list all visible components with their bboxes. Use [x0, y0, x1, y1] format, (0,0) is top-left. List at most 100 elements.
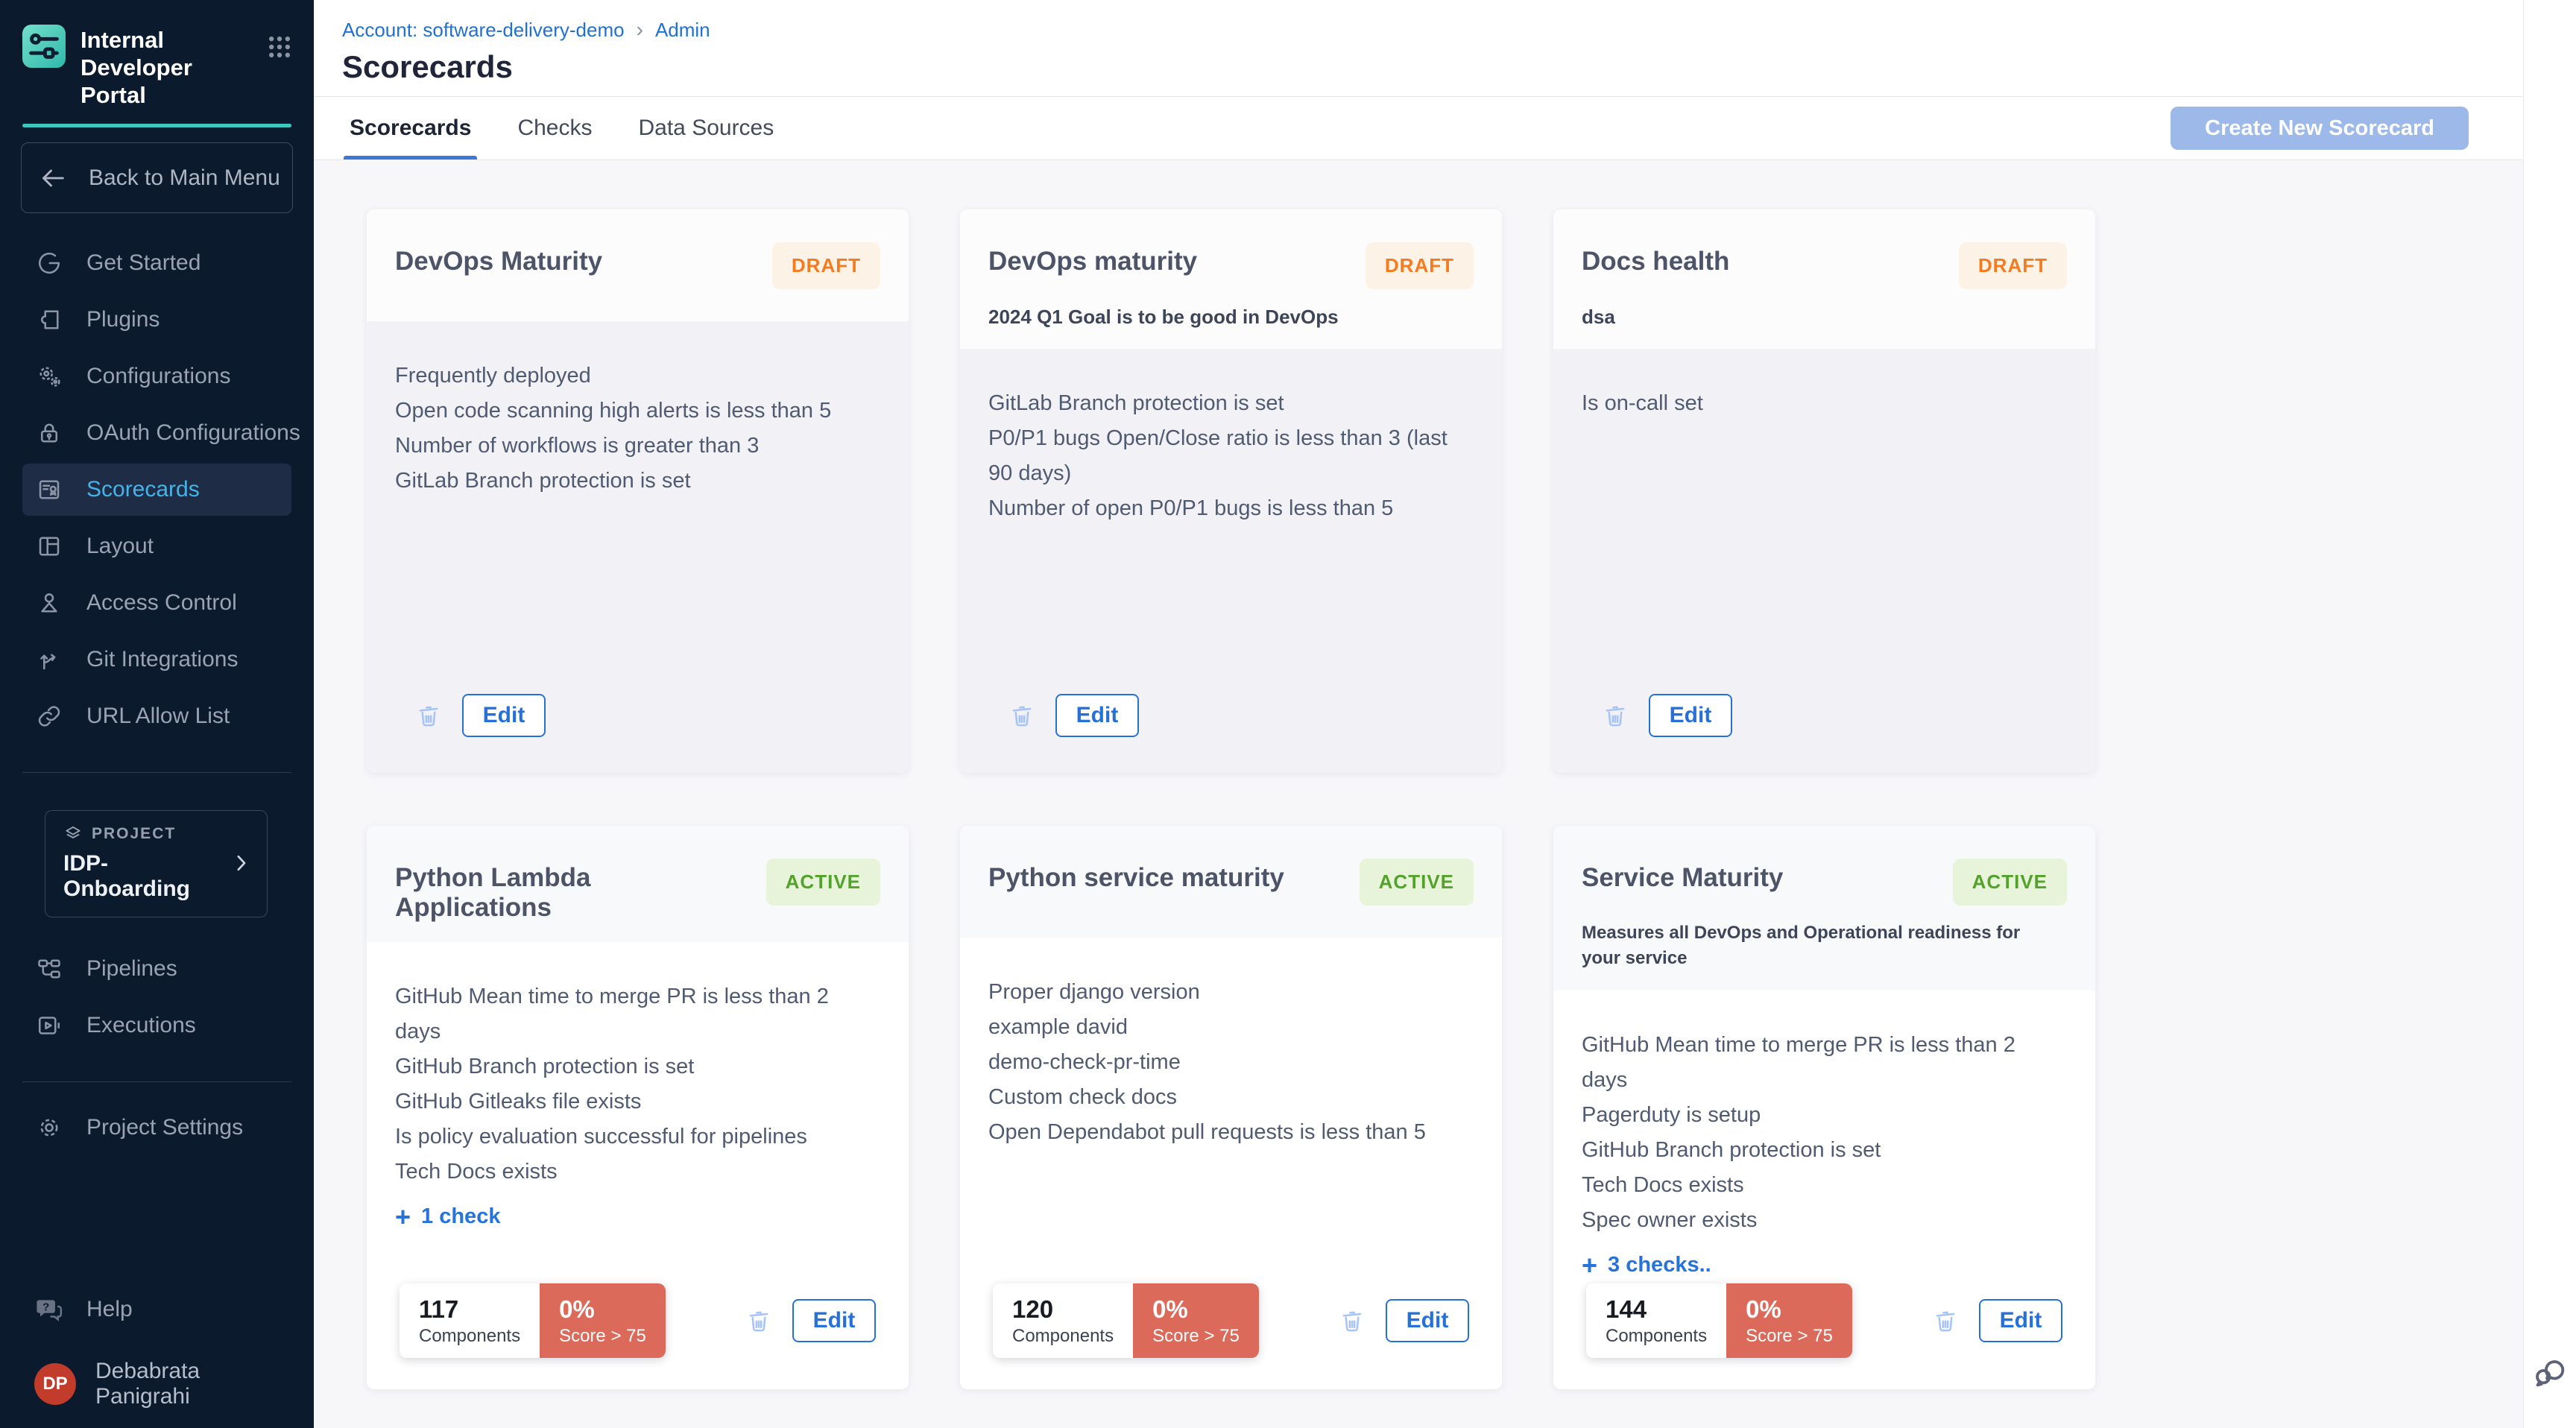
app-title: Internal Developer Portal [80, 25, 250, 109]
edit-scorecard-button[interactable]: Edit [462, 694, 546, 737]
sidebar-item-scorecards[interactable]: Scorecards [22, 464, 291, 516]
delete-scorecard-button[interactable] [745, 1307, 773, 1335]
components-stat: 117 Components [400, 1283, 540, 1358]
scorecard-title: DevOps maturity [988, 242, 1197, 277]
edit-scorecard-button[interactable]: Edit [792, 1299, 876, 1342]
score-stat: 0% Score > 75 [1726, 1283, 1852, 1358]
tab-scorecards[interactable]: Scorecards [344, 97, 477, 159]
card-checks: Proper django version example david demo… [960, 938, 1502, 1283]
score-threshold-label: Score > 75 [559, 1325, 646, 1348]
plugins-icon [34, 306, 64, 333]
check-item: Open Dependabot pull requests is less th… [988, 1115, 1474, 1150]
executions-icon [34, 1012, 64, 1039]
more-checks-link[interactable]: + 1 check [395, 1204, 880, 1229]
user-name: Debabrata Panigrahi [95, 1359, 280, 1409]
arrow-left-icon [38, 163, 68, 193]
project-eyebrow-label: PROJECT [92, 825, 176, 843]
edit-scorecard-button[interactable]: Edit [1386, 1299, 1469, 1342]
status-badge: DRAFT [1366, 242, 1474, 289]
status-badge: ACTIVE [766, 859, 880, 906]
card-checks: GitHub Mean time to merge PR is less tha… [367, 942, 909, 1283]
components-stat: 144 Components [1586, 1283, 1726, 1358]
sidebar-item-label: URL Allow List [86, 704, 230, 729]
delete-scorecard-button[interactable] [1601, 701, 1629, 730]
check-item: demo-check-pr-time [988, 1045, 1474, 1080]
sidebar-item-project-settings[interactable]: Project Settings [22, 1102, 291, 1154]
scorecard-card: Python service maturity ACTIVE Proper dj… [960, 826, 1502, 1389]
chevron-right-icon [230, 852, 252, 874]
chat-bubbles-icon [2532, 1353, 2568, 1389]
create-new-scorecard-button[interactable]: Create New Scorecard [2171, 107, 2469, 150]
check-item: GitHub Mean time to merge PR is less tha… [395, 979, 880, 1049]
sidebar-item-label: Pipelines [86, 956, 177, 982]
more-checks-link[interactable]: + 3 checks.. [1582, 1253, 2067, 1277]
check-item: GitHub Mean time to merge PR is less tha… [1582, 1028, 2067, 1098]
components-count: 120 [1012, 1294, 1114, 1325]
sidebar-item-access-control[interactable]: Access Control [22, 577, 291, 629]
sidebar-item-label: Executions [86, 1013, 196, 1038]
page-header: Account: software-delivery-demo › Admin … [314, 0, 2523, 97]
check-item: P0/P1 bugs Open/Close ratio is less than… [988, 421, 1474, 491]
card-header: Python Lambda Applications ACTIVE [367, 826, 909, 942]
tab-data-sources[interactable]: Data Sources [632, 97, 780, 159]
delete-scorecard-button[interactable] [1008, 701, 1036, 730]
back-to-main-menu-button[interactable]: Back to Main Menu [21, 142, 293, 213]
edit-scorecard-button[interactable]: Edit [1979, 1299, 2062, 1342]
scorecard-icon [34, 476, 64, 503]
sidebar-item-label: Scorecards [86, 477, 200, 502]
svg-text:?: ? [42, 1301, 49, 1313]
sidebar-item-label: OAuth Configurations [86, 420, 300, 446]
sidebar-item-git-integrations[interactable]: Git Integrations [22, 634, 291, 686]
page-title: Scorecards [342, 49, 2523, 85]
sidebar-item-url-allow-list[interactable]: URL Allow List [22, 690, 291, 742]
delete-scorecard-button[interactable] [1338, 1307, 1366, 1335]
user-menu[interactable]: DP Debabrata Panigrahi [22, 1358, 291, 1410]
check-item: example david [988, 1010, 1474, 1045]
support-chat-button[interactable] [2532, 1353, 2568, 1389]
card-header: DevOps maturity DRAFT 2024 Q1 Goal is to… [960, 209, 1502, 349]
scorecard-card: DevOps maturity DRAFT 2024 Q1 Goal is to… [960, 209, 1502, 773]
score-value: 0% [559, 1294, 646, 1325]
app-switcher-grid-icon[interactable] [265, 25, 294, 62]
project-info: PROJECT IDP-Onboarding [63, 824, 230, 902]
breadcrumb-account-link[interactable]: Account: software-delivery-demo [342, 19, 625, 42]
sidebar-divider [22, 1081, 291, 1082]
sidebar-item-label: Plugins [86, 307, 160, 332]
components-label: Components [1606, 1325, 1707, 1348]
sidebar-item-label: Git Integrations [86, 647, 238, 672]
sidebar-item-oauth-configurations[interactable]: OAuth Configurations [22, 407, 291, 459]
delete-scorecard-button[interactable] [414, 701, 443, 730]
lock-icon [34, 420, 64, 446]
scorecard-title: Python service maturity [988, 859, 1284, 893]
project-selector[interactable]: PROJECT IDP-Onboarding [45, 810, 268, 917]
help-chat-icon: ? [34, 1295, 64, 1324]
sidebar-item-plugins[interactable]: Plugins [22, 294, 291, 346]
sidebar-item-get-started[interactable]: Get Started [22, 237, 291, 289]
git-branch-icon [34, 646, 64, 673]
check-item: Custom check docs [988, 1080, 1474, 1115]
card-footer: Edit [1553, 694, 2095, 773]
project-name: IDP-Onboarding [63, 851, 230, 902]
sidebar-item-pipelines[interactable]: Pipelines [22, 943, 291, 995]
score-threshold-label: Score > 75 [1746, 1325, 1833, 1348]
sidebar-item-help[interactable]: ? Help [22, 1283, 291, 1336]
sidebar-item-layout[interactable]: Layout [22, 520, 291, 572]
check-item: Spec owner exists [1582, 1203, 2067, 1238]
score-threshold-label: Score > 75 [1152, 1325, 1240, 1348]
plus-icon: + [395, 1206, 411, 1228]
score-value: 0% [1152, 1294, 1240, 1325]
breadcrumb-admin-link[interactable]: Admin [655, 19, 710, 42]
breadcrumb-chevron-icon: › [637, 18, 643, 42]
score-stat: 0% Score > 75 [1133, 1283, 1259, 1358]
sidebar-item-configurations[interactable]: Configurations [22, 350, 291, 402]
check-item: GitHub Branch protection is set [395, 1049, 880, 1084]
tab-checks[interactable]: Checks [511, 97, 598, 159]
delete-scorecard-button[interactable] [1931, 1307, 1960, 1335]
sidebar-item-executions[interactable]: Executions [22, 999, 291, 1052]
components-count: 144 [1606, 1294, 1707, 1325]
layout-icon [34, 533, 64, 560]
check-item: Open code scanning high alerts is less t… [395, 394, 880, 429]
edit-scorecard-button[interactable]: Edit [1055, 694, 1139, 737]
sidebar-item-label: Configurations [86, 364, 230, 389]
edit-scorecard-button[interactable]: Edit [1649, 694, 1732, 737]
